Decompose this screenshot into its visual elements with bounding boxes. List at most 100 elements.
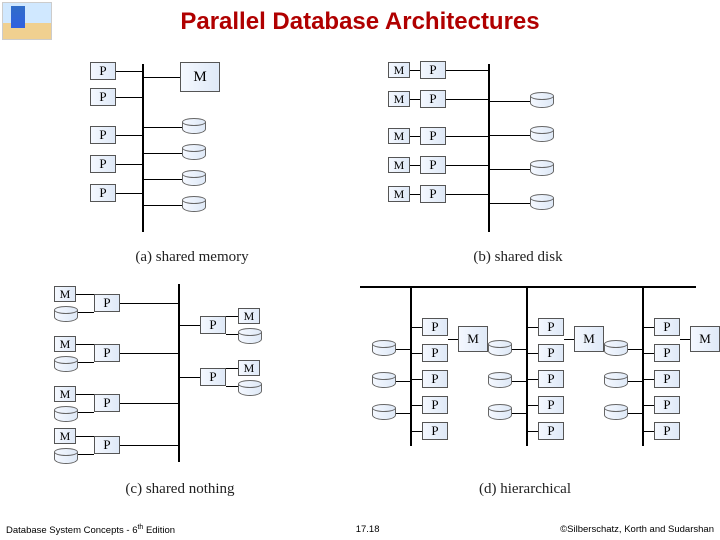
memory-box: M xyxy=(574,326,604,352)
caption-c: (c) shared nothing xyxy=(50,481,310,498)
processor-box: P xyxy=(422,318,448,336)
label-p: P xyxy=(663,423,670,439)
label-p: P xyxy=(663,345,670,361)
memory-box: M xyxy=(388,128,410,144)
label-p: P xyxy=(547,319,554,335)
memory-box: M xyxy=(54,336,76,352)
disk-icon xyxy=(604,404,628,422)
processor-box: P xyxy=(420,156,446,174)
disk-icon xyxy=(488,372,512,390)
memory-box: M xyxy=(180,62,220,92)
processor-box: P xyxy=(90,184,116,202)
disk-icon xyxy=(372,372,396,390)
label-m: M xyxy=(394,92,405,107)
disk-icon xyxy=(238,328,262,346)
disk-icon xyxy=(54,406,78,424)
label-p: P xyxy=(99,156,106,172)
book-logo xyxy=(2,2,52,40)
memory-box: M xyxy=(54,386,76,402)
memory-box: M xyxy=(54,428,76,444)
processor-box: P xyxy=(90,155,116,173)
label-p: P xyxy=(663,371,670,387)
processor-box: P xyxy=(654,396,680,414)
memory-box: M xyxy=(54,286,76,302)
caption-d: (d) hierarchical xyxy=(350,481,700,498)
disk-icon xyxy=(54,448,78,466)
processor-box: P xyxy=(94,436,120,454)
label-p: P xyxy=(431,319,438,335)
disk-icon xyxy=(182,144,206,162)
processor-box: P xyxy=(422,422,448,440)
processor-box: P xyxy=(538,344,564,362)
processor-box: P xyxy=(654,422,680,440)
processor-box: P xyxy=(420,90,446,108)
disk-icon xyxy=(182,118,206,136)
label-p: P xyxy=(431,345,438,361)
disk-icon xyxy=(530,160,554,178)
processor-box: P xyxy=(90,88,116,106)
processor-box: P xyxy=(422,370,448,388)
label-p: P xyxy=(547,397,554,413)
disk-icon xyxy=(530,92,554,110)
label-p: P xyxy=(99,185,106,201)
label-p: P xyxy=(547,345,554,361)
processor-box: P xyxy=(420,127,446,145)
disk-icon xyxy=(488,404,512,422)
processor-box: P xyxy=(538,422,564,440)
processor-box: P xyxy=(422,396,448,414)
label-m: M xyxy=(60,337,71,352)
processor-box: P xyxy=(94,344,120,362)
processor-box: P xyxy=(538,396,564,414)
panel-b-shared-disk: M P M P M P M P M P (b) shared disk xyxy=(368,56,668,266)
slide-footer: Database System Concepts - 6th Edition 1… xyxy=(0,524,720,536)
label-m: M xyxy=(394,187,405,202)
label-p: P xyxy=(431,423,438,439)
label-m: M xyxy=(394,158,405,173)
label-p: P xyxy=(103,345,110,361)
disk-icon xyxy=(182,170,206,188)
label-p: P xyxy=(431,397,438,413)
memory-box: M xyxy=(388,157,410,173)
label-p: P xyxy=(209,369,216,385)
processor-box: P xyxy=(654,318,680,336)
memory-box: M xyxy=(388,186,410,202)
disk-icon xyxy=(372,404,396,422)
label-m: M xyxy=(699,331,711,347)
processor-box: P xyxy=(654,344,680,362)
disk-icon xyxy=(54,356,78,374)
processor-box: P xyxy=(94,394,120,412)
processor-box: P xyxy=(654,370,680,388)
disk-icon xyxy=(182,196,206,214)
disk-icon xyxy=(238,380,262,398)
label-p: P xyxy=(429,186,436,202)
label-p: P xyxy=(429,91,436,107)
label-m: M xyxy=(60,387,71,402)
footer-copyright: ©Silberschatz, Korth and Sudarshan xyxy=(560,524,714,536)
memory-box: M xyxy=(238,308,260,324)
label-m: M xyxy=(60,429,71,444)
label-p: P xyxy=(99,127,106,143)
label-m: M xyxy=(244,361,255,376)
label-p: P xyxy=(663,319,670,335)
label-p: P xyxy=(103,295,110,311)
figure: P P P P P M (a) shared memory M P M P M … xyxy=(0,48,720,514)
processor-box: P xyxy=(538,318,564,336)
processor-box: P xyxy=(94,294,120,312)
label-p: P xyxy=(103,395,110,411)
label-p: P xyxy=(429,157,436,173)
processor-box: P xyxy=(420,61,446,79)
label-p: P xyxy=(547,371,554,387)
memory-box: M xyxy=(238,360,260,376)
caption-b: (b) shared disk xyxy=(368,249,668,266)
memory-box: M xyxy=(458,326,488,352)
disk-icon xyxy=(54,306,78,324)
label-p: P xyxy=(429,62,436,78)
panel-a-shared-memory: P P P P P M (a) shared memory xyxy=(62,56,322,266)
label-p: P xyxy=(431,371,438,387)
disk-icon xyxy=(372,340,396,358)
footer-page-number: 17.18 xyxy=(356,524,380,536)
label-m: M xyxy=(60,287,71,302)
processor-box: P xyxy=(90,126,116,144)
label-m: M xyxy=(394,129,405,144)
label-p: P xyxy=(99,63,106,79)
